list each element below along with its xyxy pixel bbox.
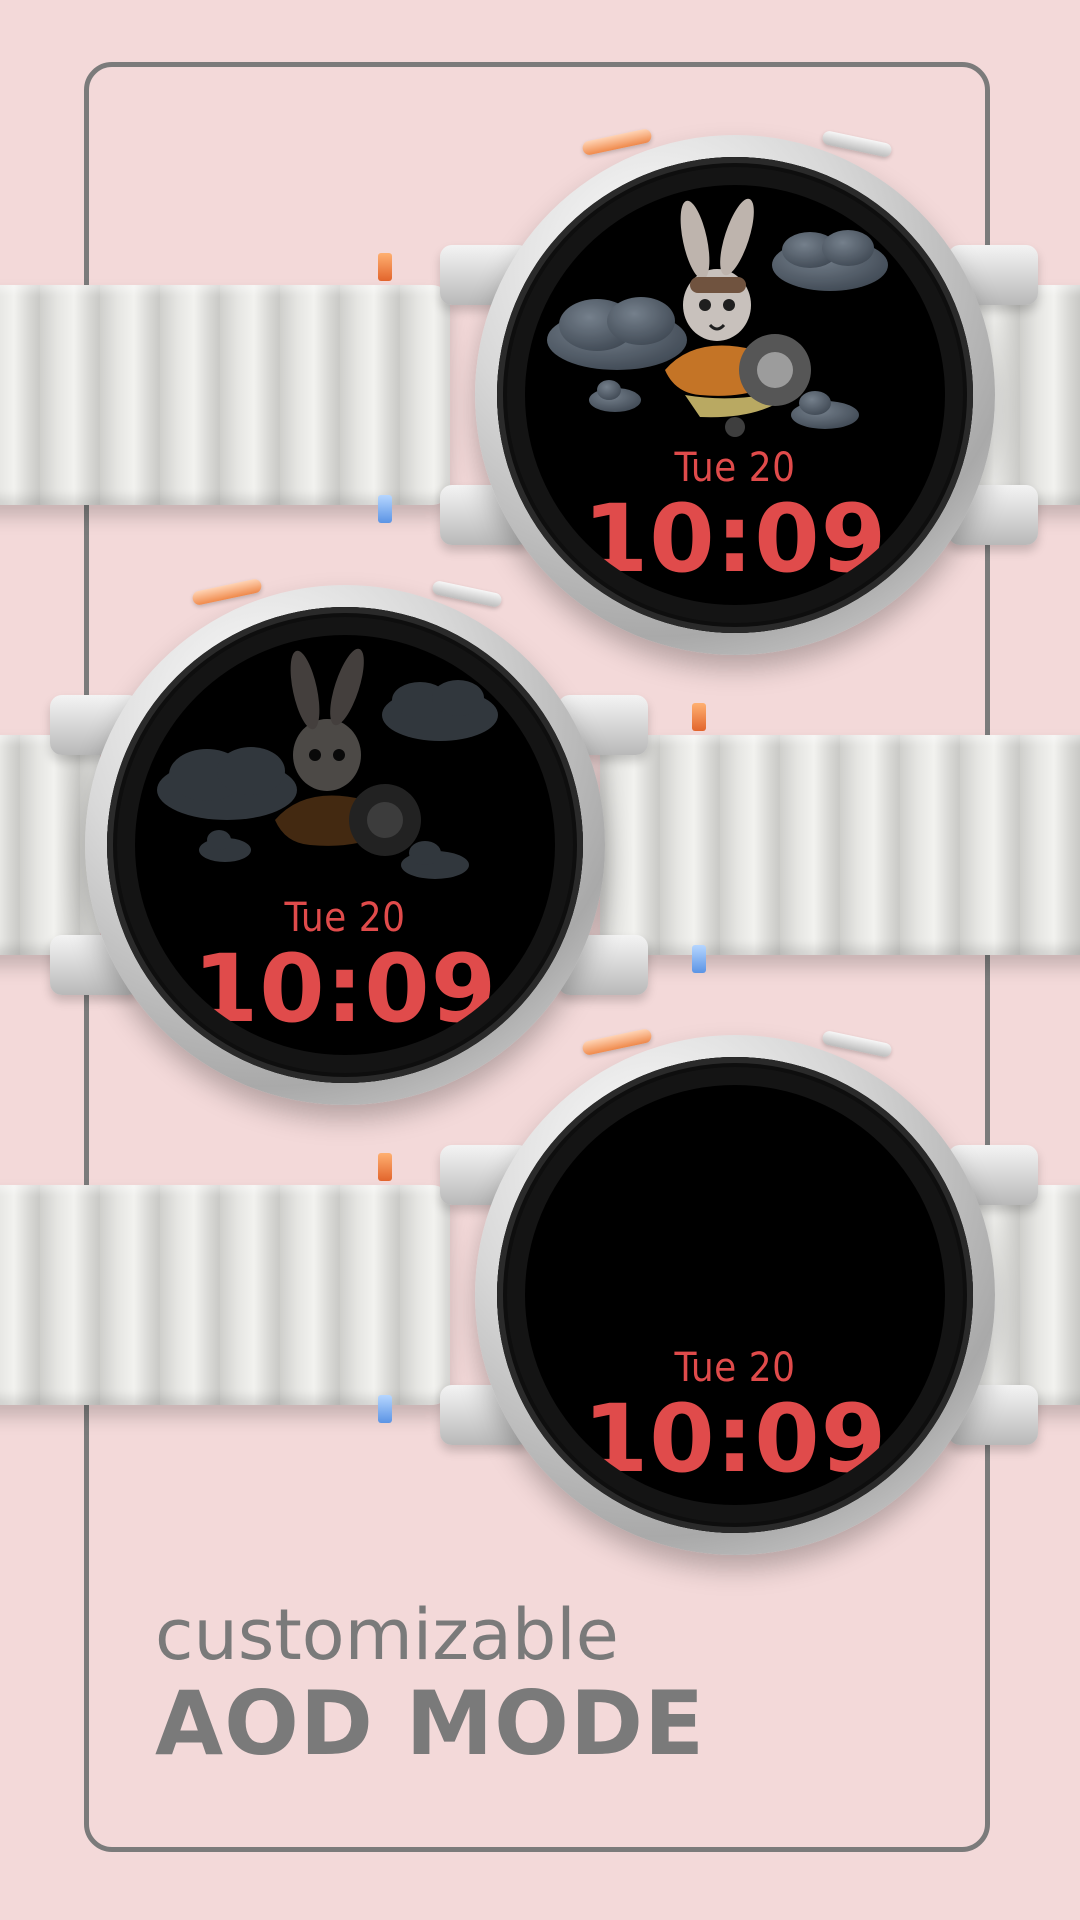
cloud-icon [382,680,498,741]
caption: customizable AOD MODE [155,1600,705,1768]
strap-left [0,285,450,505]
strap-left [0,1185,450,1405]
watch-2: Tue 20 10:09 [0,577,1080,1105]
watch-bezel: Tue 20 10:09 [107,607,583,1083]
watch-case: Tue 20 10:09 [475,135,995,655]
cloud-icon [547,297,687,370]
cloud-icon [199,830,251,862]
cloud-icon [772,230,888,291]
caption-subtitle: customizable [155,1594,619,1676]
watch-case: Tue 20 10:09 [475,1035,995,1555]
strap-pin [378,253,392,281]
cloud-icon [791,391,859,429]
cloud-icon [401,841,469,879]
strap-pin [378,1153,392,1181]
bunny-icon [290,648,364,791]
plane-icon [275,784,421,856]
bunny-icon [680,198,754,341]
watch-face: Tue 20 10:09 [525,1085,945,1505]
watch-bezel: Tue 20 10:09 [497,157,973,633]
time-label: 10:09 [192,935,498,1044]
strap-pin [378,1395,392,1423]
watch-3: Tue 20 10:09 [0,1027,1080,1555]
watch-1: Tue 20 10:09 [0,127,1080,655]
time-label: 10:09 [582,1385,888,1494]
plane-icon [665,334,811,437]
watch-face: Tue 20 10:09 [525,185,945,605]
strap-pin [378,495,392,523]
strap-pin [692,945,706,973]
watch-bezel: Tue 20 10:09 [497,1057,973,1533]
strap-right [600,735,1080,955]
caption-title: AOD MODE [155,1672,706,1775]
cloud-icon [157,747,297,820]
cloud-icon [589,380,641,412]
watch-case: Tue 20 10:09 [85,585,605,1105]
time-label: 10:09 [582,485,888,594]
watch-face: Tue 20 10:09 [135,635,555,1055]
strap-pin [692,703,706,731]
